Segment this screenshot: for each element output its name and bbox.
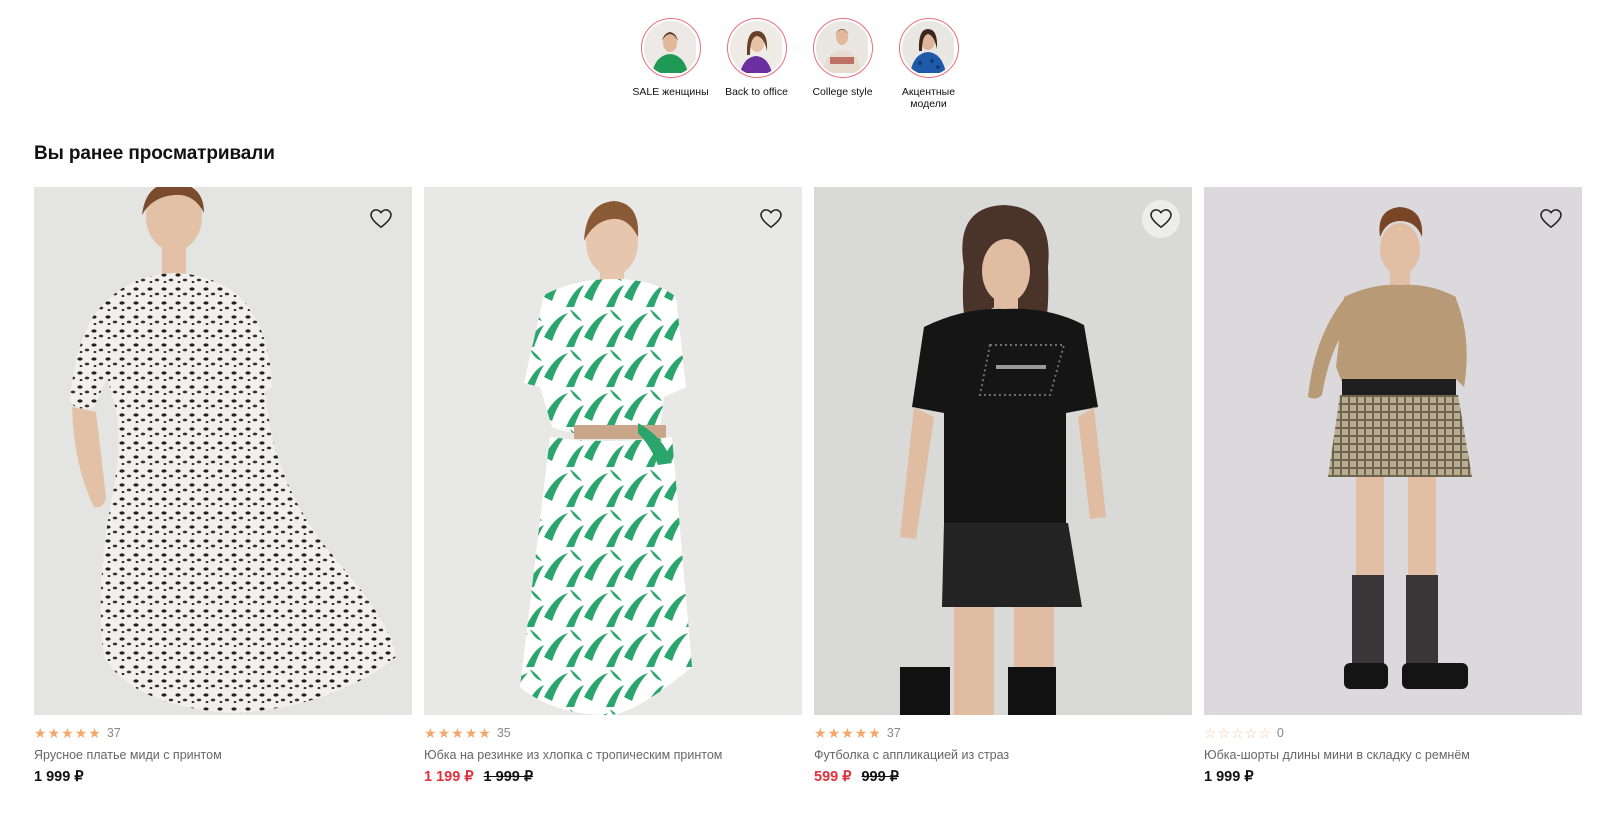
heart-icon — [1540, 209, 1562, 229]
product-prices: 1 999 ₽ — [1204, 769, 1582, 785]
product-grid: ★ ★ ★ ★ ★ 37 Ярусное платье миди с принтом 1… — [34, 187, 1582, 785]
product-card[interactable]: ★ ★ ★ ★ ★ 37 Ярусное платье миди с принтом 1… — [34, 187, 412, 785]
star-outline-icon: ☆ — [1217, 725, 1231, 741]
star-icon: ★ — [814, 725, 827, 741]
story-thumbnail-accent — [901, 21, 956, 75]
star-outline-icon: ☆ — [1244, 725, 1258, 741]
product-prices: 599 ₽ 999 ₽ — [814, 769, 1192, 785]
star-icon: ★ — [464, 725, 478, 741]
star-icon: ★ — [827, 725, 841, 741]
story-sale-women[interactable]: SALE женщины — [632, 18, 709, 110]
product-image[interactable] — [424, 187, 802, 715]
star-icon: ★ — [47, 725, 61, 741]
heart-icon — [760, 209, 782, 229]
story-label: SALE женщины — [632, 86, 709, 98]
favorite-button[interactable] — [1142, 200, 1180, 238]
star-icon: ★ — [437, 725, 451, 741]
product-image[interactable] — [34, 187, 412, 715]
story-thumbnail-college — [815, 21, 870, 75]
story-label: College style — [812, 86, 873, 98]
star-outline-icon: ☆ — [1258, 725, 1271, 741]
product-name[interactable]: Ярусное платье миди с принтом — [34, 748, 412, 762]
product-rating: ★ ★ ★ ★ ★ 37 — [34, 725, 412, 741]
product-sale-price: 1 199 ₽ — [424, 769, 474, 785]
star-icon: ★ — [868, 725, 881, 741]
product-name[interactable]: Юбка-шорты длины мини в складку с ремнём — [1204, 748, 1582, 762]
story-ring — [898, 18, 959, 78]
product-prices: 1 199 ₽ 1 999 ₽ — [424, 769, 802, 785]
product-image[interactable] — [1204, 187, 1582, 715]
star-rating: ☆ ☆ ☆ ☆ ☆ — [1204, 726, 1271, 740]
product-name[interactable]: Футболка с аппликацией из страз — [814, 748, 1192, 762]
favorite-button[interactable] — [752, 200, 790, 238]
star-icon: ★ — [841, 725, 854, 741]
story-ring — [640, 18, 701, 78]
story-thumbnail-office — [729, 21, 784, 75]
story-back-to-office[interactable]: Back to office — [719, 18, 795, 110]
story-label: Back to office — [725, 86, 788, 98]
story-college-style[interactable]: College style — [805, 18, 881, 110]
favorite-button[interactable] — [362, 200, 400, 238]
product-rating: ★ ★ ★ ★ ★ 37 — [814, 725, 1192, 741]
product-card[interactable]: ☆ ☆ ☆ ☆ ☆ 0 Юбка-шорты длины мини в складку … — [1204, 187, 1582, 785]
star-outline-icon: ☆ — [1231, 725, 1244, 741]
star-icon: ★ — [451, 725, 464, 741]
product-rating: ★ ★ ★ ★ ★ 35 — [424, 725, 802, 741]
heart-icon — [1150, 209, 1172, 229]
star-rating: ★ ★ ★ ★ ★ — [34, 726, 101, 740]
product-rating: ☆ ☆ ☆ ☆ ☆ 0 — [1204, 725, 1582, 741]
star-icon: ★ — [88, 725, 101, 741]
product-price: 1 999 ₽ — [34, 769, 84, 785]
star-rating: ★ ★ ★ ★ ★ — [814, 726, 881, 740]
story-accent-models[interactable]: Акцентные модели — [891, 18, 967, 110]
star-rating: ★ ★ ★ ★ ★ — [424, 726, 491, 740]
review-count[interactable]: 35 — [497, 726, 511, 740]
product-card[interactable]: ★ ★ ★ ★ ★ 35 Юбка на резинке из хлопка с тро… — [424, 187, 802, 785]
star-icon: ★ — [424, 725, 437, 741]
favorite-button[interactable] — [1532, 200, 1570, 238]
review-count[interactable]: 37 — [107, 726, 121, 740]
story-ring — [726, 18, 787, 78]
star-icon: ★ — [74, 725, 88, 741]
star-outline-icon: ☆ — [1204, 725, 1217, 741]
section-title: Вы ранее просматривали — [34, 143, 275, 164]
story-label: Акцентные модели — [901, 86, 956, 110]
product-old-price: 999 ₽ — [861, 769, 899, 785]
product-sale-price: 599 ₽ — [814, 769, 852, 785]
review-count[interactable]: 0 — [1277, 726, 1284, 740]
story-ring — [812, 18, 873, 78]
heart-icon — [370, 209, 392, 229]
star-icon: ★ — [34, 725, 47, 741]
product-price: 1 999 ₽ — [1204, 769, 1254, 785]
star-icon: ★ — [61, 725, 74, 741]
story-thumbnail-sale — [643, 21, 698, 75]
product-name[interactable]: Юбка на резинке из хлопка с тропическим … — [424, 748, 802, 762]
product-image[interactable] — [814, 187, 1192, 715]
product-old-price: 1 999 ₽ — [483, 769, 534, 785]
product-card[interactable]: ★ ★ ★ ★ ★ 37 Футболка с аппликацией из страз… — [814, 187, 1192, 785]
stories-bar: SALE женщины Back to office College styl… — [0, 18, 1599, 110]
product-prices: 1 999 ₽ — [34, 769, 412, 785]
review-count[interactable]: 37 — [887, 726, 901, 740]
star-icon: ★ — [854, 725, 868, 741]
star-icon: ★ — [478, 725, 491, 741]
